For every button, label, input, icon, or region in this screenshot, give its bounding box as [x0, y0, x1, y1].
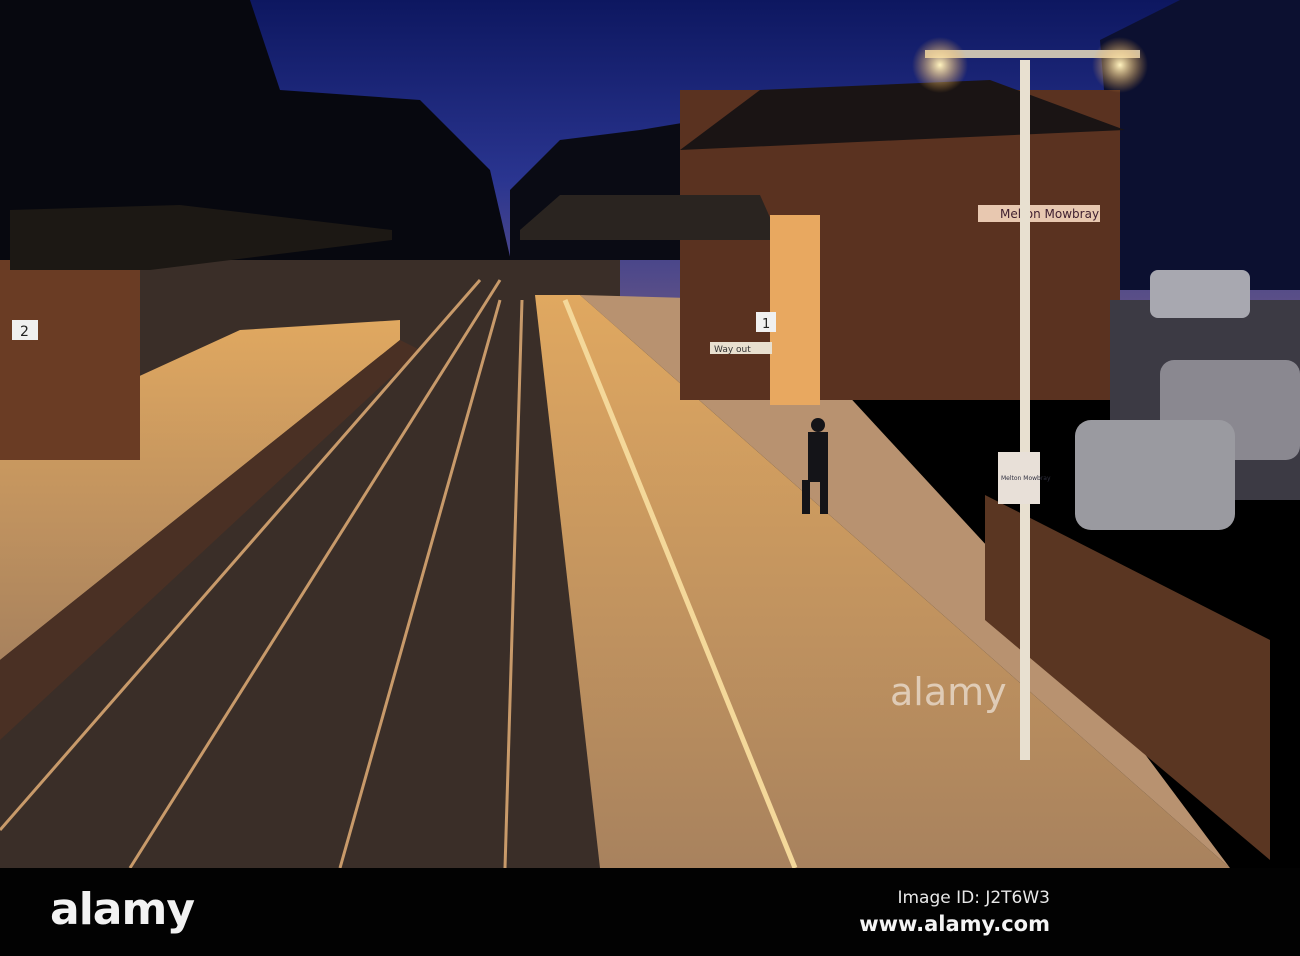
- left-station-building: [0, 260, 140, 460]
- totem-sign: Melton Mowbray: [1001, 475, 1051, 482]
- photo-frame: Melton Mowbray Melton Mowbray 2 1 Way ou…: [0, 0, 1300, 956]
- parked-van: [1150, 270, 1250, 318]
- alamy-logo: alamy: [50, 884, 195, 935]
- footer-bar: [0, 868, 1300, 956]
- lamp-right-glow: [1092, 37, 1148, 93]
- image-id: Image ID: J2T6W3: [897, 888, 1050, 908]
- platform-1-label: 1: [762, 317, 770, 332]
- lamp-left-glow: [912, 37, 968, 93]
- right-canopy: [520, 195, 780, 240]
- station-scene: Melton Mowbray Melton Mowbray 2 1 Way ou…: [0, 0, 1300, 868]
- lit-wall: [770, 215, 820, 405]
- way-out-sign: Way out: [714, 345, 751, 355]
- station-sign: Melton Mowbray: [1000, 207, 1099, 221]
- platform-2-label: 2: [20, 324, 29, 340]
- watermark: alamy: [890, 670, 1007, 714]
- silver-car: [1075, 420, 1235, 530]
- lamp-post: [1020, 60, 1030, 760]
- site-url: www.alamy.com: [859, 912, 1050, 936]
